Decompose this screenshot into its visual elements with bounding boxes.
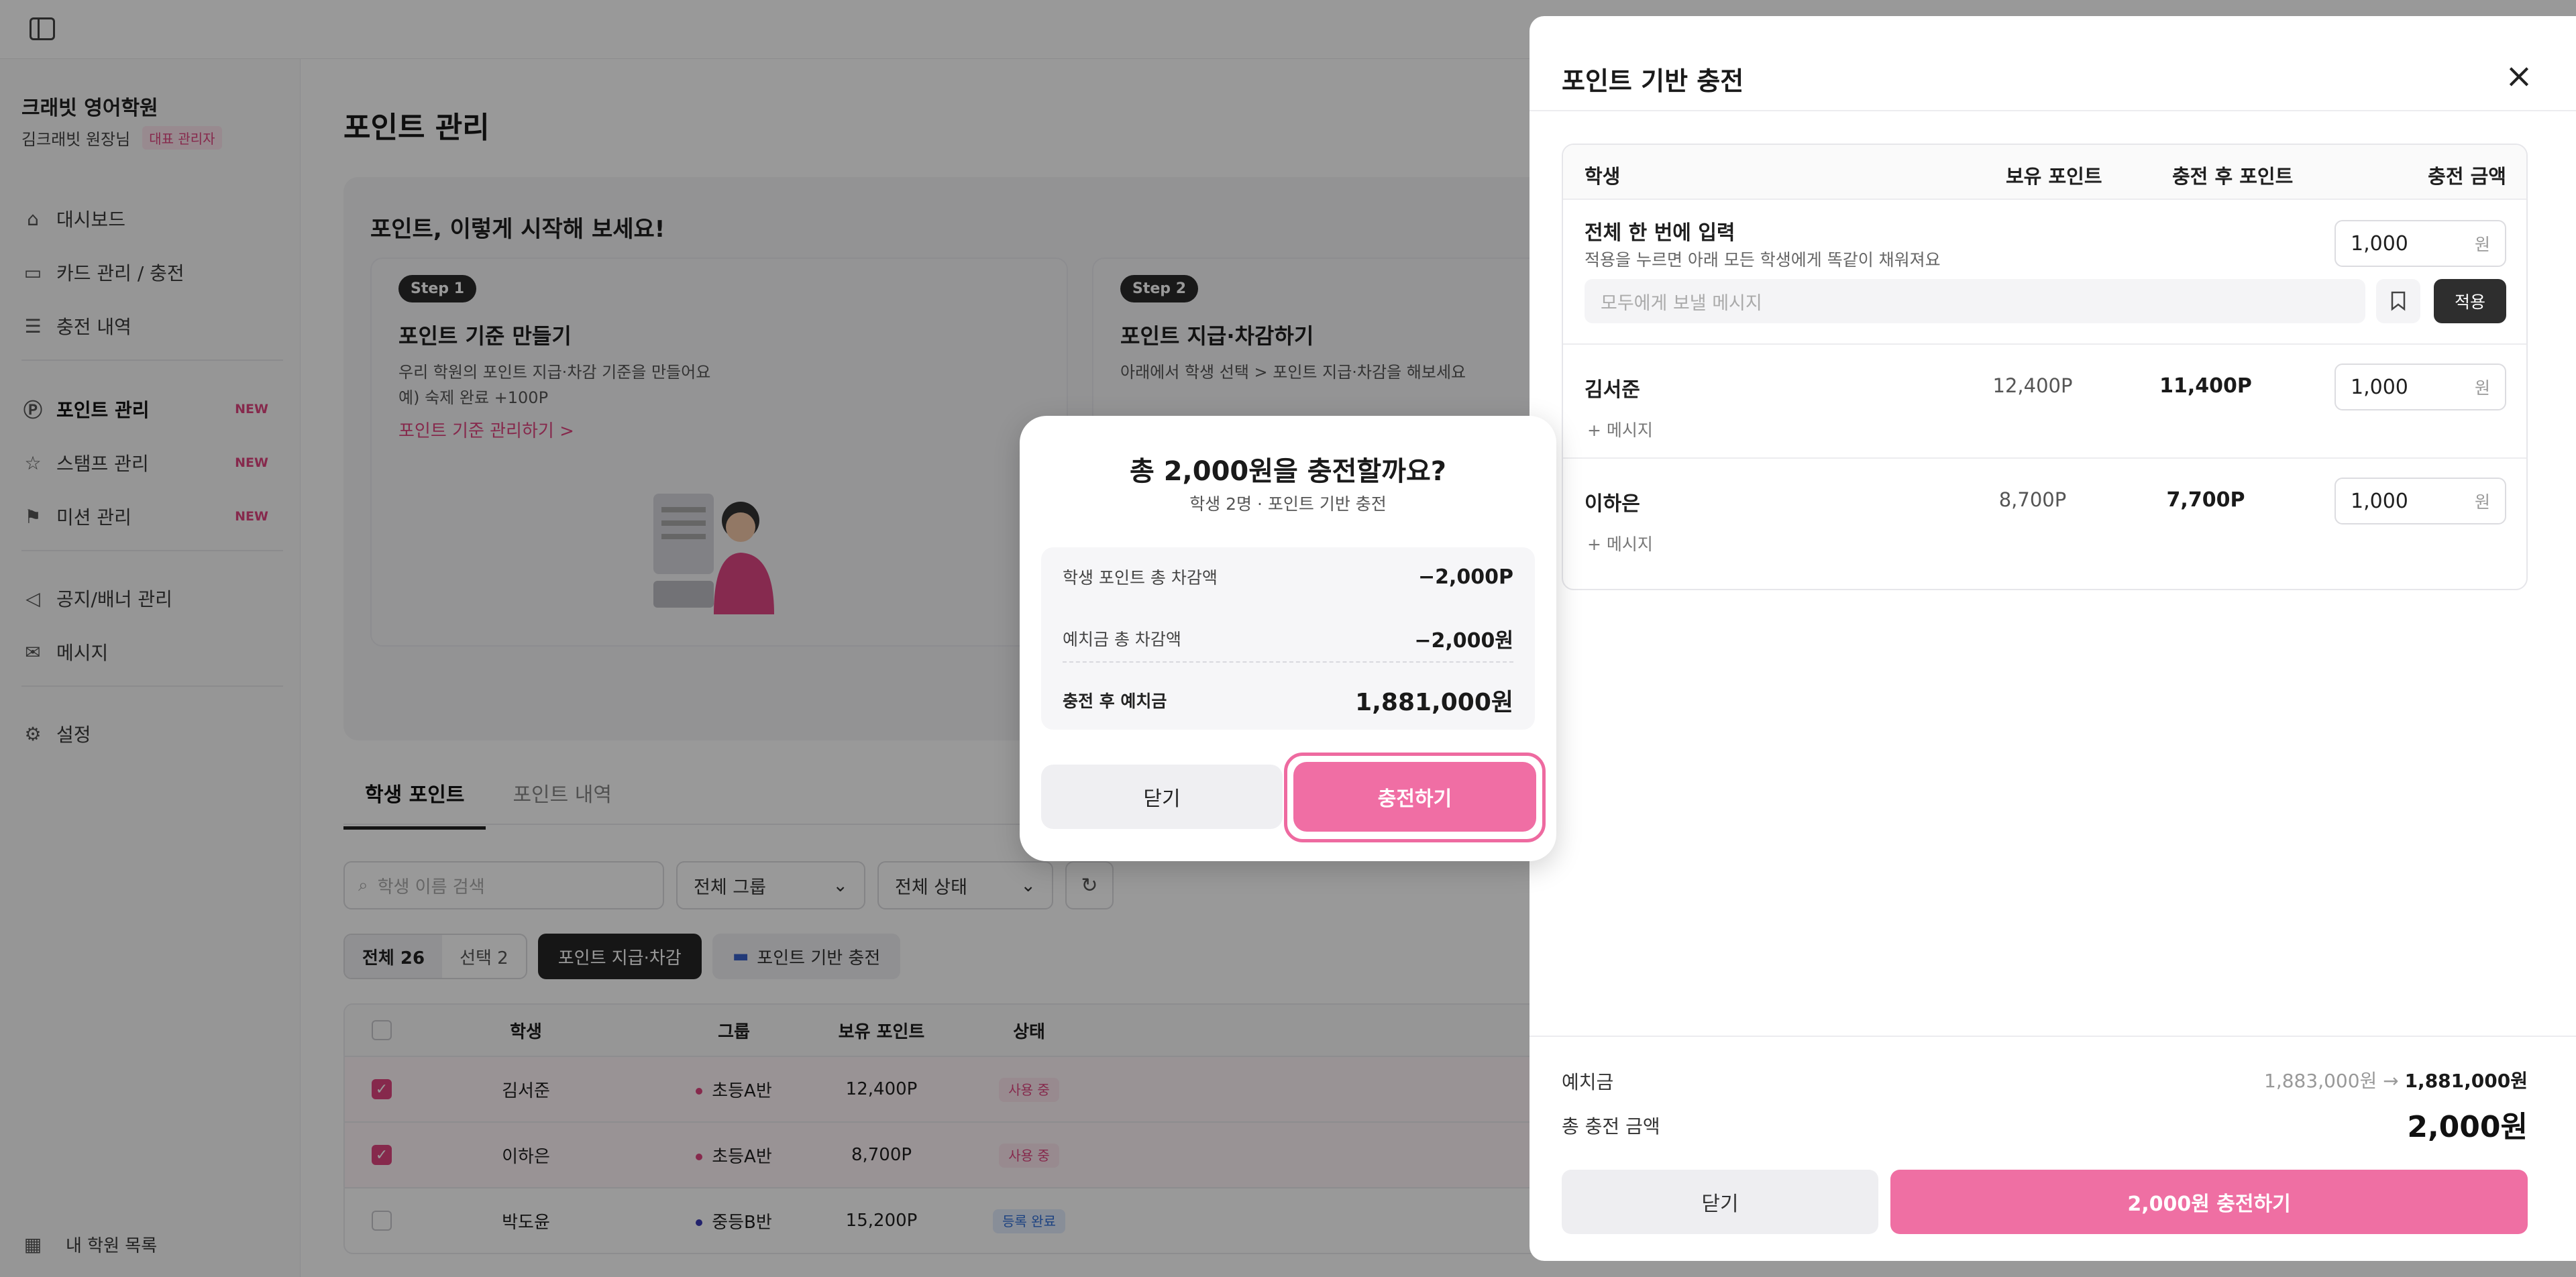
- drawer-charge-button[interactable]: 2,000원 충전하기: [1890, 1170, 2528, 1234]
- bookmark-button[interactable]: [2376, 279, 2420, 323]
- total-value: 2,000원: [2407, 1110, 2528, 1144]
- summary-label: 예치금 총 차감액: [1063, 630, 1181, 649]
- drawer-footer-divider: [1529, 1036, 2576, 1037]
- header-charge-amount: 충전 금액: [2428, 165, 2506, 188]
- summary-row: 예치금 총 차감액 −2,000원: [1063, 624, 1513, 653]
- amount-value: 1,000: [2351, 489, 2408, 513]
- bulk-title: 전체 한 번에 입력: [1585, 221, 1735, 245]
- amount-value: 1,000: [2351, 231, 2408, 256]
- arrow-right-icon: →: [2383, 1070, 2399, 1092]
- drawer-title: 포인트 기반 충전: [1562, 66, 1744, 96]
- student-name: 김서준: [1585, 378, 1640, 402]
- student-name: 이하은: [1585, 492, 1640, 516]
- summary-total-row: 충전 후 예치금 1,881,000원: [1063, 683, 1513, 718]
- drawer-header-divider: [1529, 110, 2576, 111]
- bulk-message-input[interactable]: 모두에게 보낼 메시지: [1585, 279, 2365, 323]
- bookmark-icon: [2391, 291, 2406, 311]
- summary-divider: [1063, 661, 1513, 663]
- student-charge-row: 이하은 8,700P 7,700P 1,000 원 + 메시지: [1563, 459, 2526, 573]
- student-amount-input[interactable]: 1,000 원: [2334, 364, 2506, 410]
- deposit-after: 1,881,000원: [2404, 1070, 2528, 1092]
- bulk-input-row: 전체 한 번에 입력 적용을 누르면 아래 모든 학생에게 똑같이 채워져요 1…: [1563, 200, 2526, 345]
- after-deposit-value: 1,881,000원: [1355, 689, 1513, 716]
- summary-value: −2,000P: [1417, 565, 1513, 589]
- modal-title: 총 2,000원을 충전할까요?: [1130, 456, 1446, 487]
- charge-table: 학생 보유 포인트 충전 후 포인트 충전 금액 전체 한 번에 입력 적용을 …: [1562, 144, 2528, 590]
- charge-table-header: 학생 보유 포인트 충전 후 포인트 충전 금액: [1563, 145, 2526, 200]
- add-message-link[interactable]: + 메시지: [1587, 417, 1653, 441]
- modal-subtitle: 학생 2명 · 포인트 기반 충전: [1189, 494, 1387, 514]
- charge-summary: 학생 포인트 총 차감액 −2,000P 예치금 총 차감액 −2,000원 충…: [1041, 547, 1535, 730]
- bulk-amount-input[interactable]: 1,000 원: [2334, 220, 2506, 267]
- deposit-before: 1,883,000원: [2264, 1070, 2377, 1092]
- amount-value: 1,000: [2351, 375, 2408, 399]
- student-charge-row: 김서준 12,400P 11,400P 1,000 원 + 메시지: [1563, 345, 2526, 459]
- after-points: 11,400P: [2159, 374, 2252, 398]
- bulk-desc: 적용을 누르면 아래 모든 학생에게 똑같이 채워져요: [1585, 250, 1941, 270]
- after-points: 7,700P: [2166, 488, 2245, 512]
- amount-unit: 원: [2474, 235, 2490, 254]
- modal-confirm-button[interactable]: 충전하기: [1293, 762, 1536, 832]
- student-amount-input[interactable]: 1,000 원: [2334, 478, 2506, 524]
- apply-button[interactable]: 적용: [2434, 279, 2506, 323]
- charge-drawer: 포인트 기반 충전 × 학생 보유 포인트 충전 후 포인트 충전 금액 전체 …: [1529, 16, 2576, 1261]
- after-deposit-label: 충전 후 예치금: [1063, 691, 1167, 711]
- amount-unit: 원: [2474, 492, 2490, 512]
- held-points: 8,700P: [1998, 488, 2067, 511]
- summary-label: 학생 포인트 총 차감액: [1063, 568, 1218, 588]
- header-after-points: 충전 후 포인트: [2172, 165, 2294, 188]
- confirm-charge-modal: 총 2,000원을 충전할까요? 학생 2명 · 포인트 기반 충전 학생 포인…: [1020, 416, 1556, 861]
- summary-row: 학생 포인트 총 차감액 −2,000P: [1063, 565, 1513, 589]
- held-points: 12,400P: [1992, 374, 2073, 397]
- total-label: 총 충전 금액: [1562, 1115, 1660, 1137]
- bulk-message-placeholder: 모두에게 보낼 메시지: [1601, 292, 1762, 314]
- modal-close-button[interactable]: 닫기: [1041, 765, 1283, 829]
- header-held-points: 보유 포인트: [2006, 165, 2102, 188]
- add-message-link[interactable]: + 메시지: [1587, 531, 1653, 555]
- summary-value: −2,000원: [1414, 629, 1513, 653]
- close-icon[interactable]: ×: [2502, 59, 2536, 93]
- drawer-close-button[interactable]: 닫기: [1562, 1170, 1878, 1234]
- amount-unit: 원: [2474, 378, 2490, 398]
- deposit-change: 1,883,000원 → 1,881,000원: [2264, 1066, 2528, 1093]
- header-student: 학생: [1585, 165, 1621, 188]
- deposit-label: 예치금: [1562, 1071, 1614, 1093]
